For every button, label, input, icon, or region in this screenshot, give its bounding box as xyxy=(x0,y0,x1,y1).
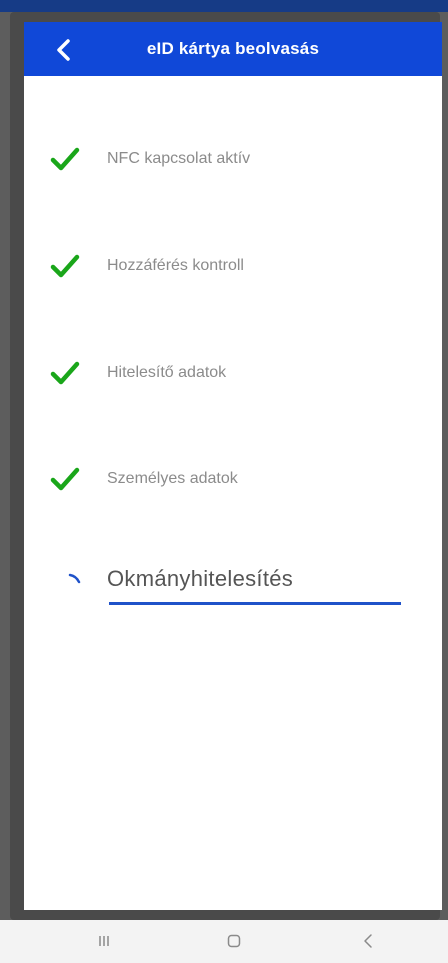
app-screen: eID kártya beolvasás NFC kapcsolat aktív… xyxy=(24,22,442,910)
app-bar: eID kártya beolvasás xyxy=(24,22,442,76)
check-icon xyxy=(50,147,80,171)
progress-underline xyxy=(109,602,401,605)
step-label: Személyes adatok xyxy=(107,470,238,487)
status-bar xyxy=(0,0,448,12)
nav-back-button[interactable] xyxy=(348,926,388,956)
check-icon xyxy=(50,254,80,278)
check-icon xyxy=(50,361,80,385)
recent-apps-icon xyxy=(99,936,109,946)
step-label: Okmányhitelesítés xyxy=(107,566,294,591)
step-access-control: Hozzáférés kontroll xyxy=(24,247,442,287)
spinner-icon xyxy=(68,573,81,584)
back-icon xyxy=(364,934,372,948)
step-label: NFC kapcsolat aktív xyxy=(107,150,251,167)
step-personal-data: Személyes adatok xyxy=(24,460,442,500)
check-icon xyxy=(50,467,80,491)
step-label: Hitelesítő adatok xyxy=(107,364,227,381)
step-document-auth: Okmányhitelesítés xyxy=(24,560,442,600)
step-nfc: NFC kapcsolat aktív xyxy=(24,140,442,180)
step-label: Hozzáférés kontroll xyxy=(107,257,244,274)
system-nav-bar xyxy=(0,920,448,963)
home-button[interactable] xyxy=(214,926,254,956)
home-icon xyxy=(227,934,241,948)
step-auth-data: Hitelesítő adatok xyxy=(24,354,442,394)
recent-apps-button[interactable] xyxy=(84,926,124,956)
page-title: eID kártya beolvasás xyxy=(146,39,320,58)
